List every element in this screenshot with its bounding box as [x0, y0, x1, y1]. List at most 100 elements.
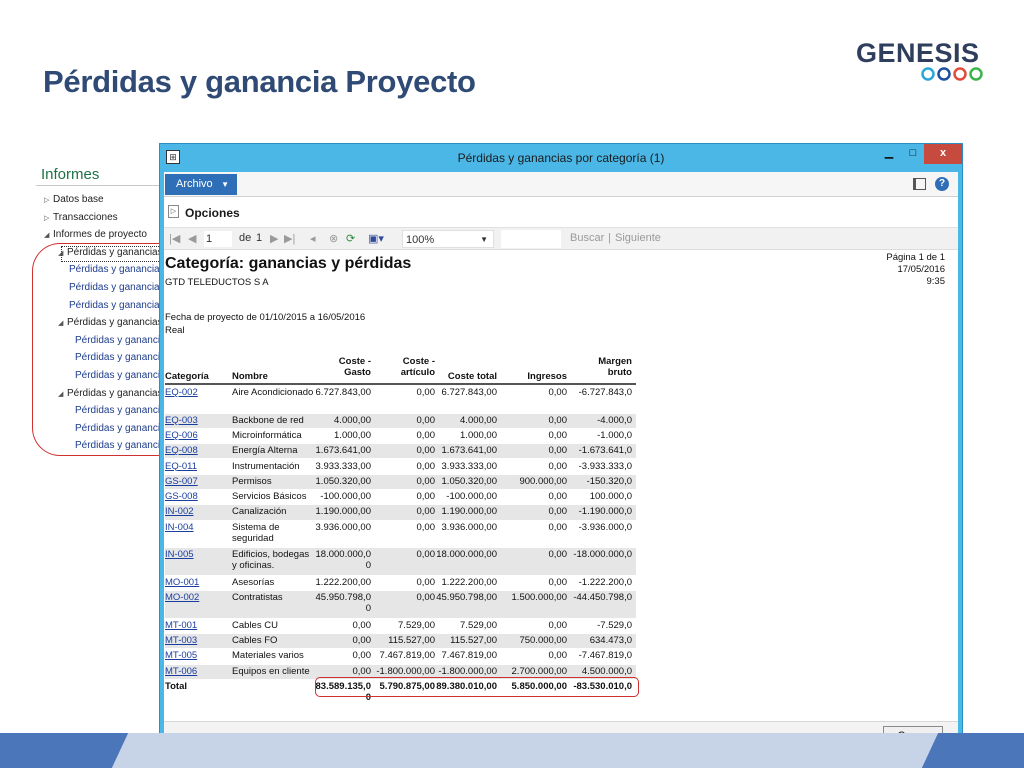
- table-row: EQ-006 Microinformática 1.000,00 0,00 1.000,…: [165, 429, 636, 443]
- window-title: Pérdidas y ganancias por categoría (1): [457, 151, 665, 165]
- table-row: MO-002 Contratistas 45.950.798,0 0 0,00 45.9…: [165, 591, 636, 618]
- search-input[interactable]: [501, 230, 561, 248]
- cell-coste-articulo: 0,00: [416, 445, 436, 457]
- refresh-icon[interactable]: ⟳: [346, 232, 355, 245]
- cell-coste-articulo: 0,00: [416, 429, 436, 441]
- logo-rings-icon: [921, 67, 983, 81]
- report-page: Categoría: ganancias y pérdidas GTD TELE…: [164, 251, 958, 721]
- help-icon[interactable]: ?: [935, 177, 949, 191]
- tree-item[interactable]: ▷ Datos base: [44, 194, 104, 205]
- header-coste-gasto: Coste - Gasto: [338, 356, 371, 378]
- cell-categoria[interactable]: EQ-006: [165, 430, 198, 441]
- archivo-label: Archivo: [176, 178, 213, 190]
- stop-icon[interactable]: ⊗: [329, 232, 338, 245]
- report-viewer-toolbar: |◀ ◀ 1 de 1 ▶ ▶| ◂ ⊗ ⟳ ▣▾ 100% ▼ Buscar …: [164, 228, 958, 250]
- opciones-section[interactable]: ▷ Opciones: [164, 198, 958, 228]
- page-number-input[interactable]: 1: [204, 231, 232, 247]
- maximize-button[interactable]: □: [902, 144, 924, 164]
- cell-coste-gasto: 1.673.641,00: [315, 445, 371, 457]
- cell-coste-total: 1.190.000,00: [441, 506, 497, 518]
- cell-categoria[interactable]: IN-002: [165, 506, 194, 517]
- collapsed-triangle-icon[interactable]: ▷: [44, 196, 53, 204]
- slide-title: Pérdidas y ganancia Proyecto: [43, 64, 476, 99]
- cell-margen-bruto: -1.222.200,0: [578, 576, 632, 588]
- search-button[interactable]: Buscar: [570, 232, 604, 244]
- cell-ingresos: 0,00: [548, 429, 568, 441]
- cell-categoria[interactable]: MT-005: [165, 650, 197, 661]
- close-button[interactable]: x: [924, 144, 962, 164]
- table-row: IN-004 Sistema de seguridad 3.936.000,00 0,…: [165, 521, 636, 548]
- cell-categoria[interactable]: MO-001: [165, 577, 199, 588]
- cell-coste-total: 1.222.200,00: [441, 576, 497, 588]
- report-title: Categoría: ganancias y pérdidas: [165, 255, 412, 272]
- collapsed-triangle-icon[interactable]: ▷: [44, 214, 53, 222]
- report-type: Real: [165, 325, 185, 336]
- last-page-icon[interactable]: ▶|: [284, 232, 295, 245]
- cell-coste-articulo: 0,00: [416, 414, 436, 426]
- cell-ingresos: 0,00: [548, 445, 568, 457]
- expanded-triangle-icon[interactable]: ◢: [44, 231, 53, 239]
- cell-categoria[interactable]: IN-005: [165, 549, 194, 560]
- window-titlebar[interactable]: ⊞ Pérdidas y ganancias por categoría (1)…: [160, 144, 962, 172]
- expand-icon[interactable]: ▷: [168, 205, 179, 218]
- cell-categoria[interactable]: GS-008: [165, 491, 198, 502]
- cell-ingresos: 2.700.000,00: [511, 665, 567, 677]
- save-icon[interactable]: ▣▾: [368, 232, 384, 245]
- cell-coste-gasto: 1.050.320,00: [315, 475, 371, 487]
- table-row: EQ-002 Aire Acondicionado 6.727.843,00 0,00…: [165, 386, 636, 413]
- cell-coste-articulo: -1.800.000,00: [376, 665, 435, 677]
- cell-categoria[interactable]: EQ-003: [165, 415, 198, 426]
- cell-coste-total: 7.467.819,00: [441, 650, 497, 662]
- cell-categoria[interactable]: GS-007: [165, 476, 198, 487]
- cell-coste-articulo: 0,00: [416, 491, 436, 503]
- book-icon[interactable]: [913, 178, 926, 190]
- minimize-button[interactable]: ▁: [876, 144, 902, 164]
- header-categoria: Categoría: [165, 371, 209, 382]
- cell-coste-gasto: 3.933.333,00: [315, 460, 371, 472]
- archivo-menu-button[interactable]: Archivo ▼: [165, 174, 237, 195]
- tree-item[interactable]: ◢ Informes de proyecto: [44, 229, 147, 240]
- cell-categoria[interactable]: MO-002: [165, 592, 199, 603]
- cell-categoria[interactable]: MT-001: [165, 620, 197, 631]
- table-row: EQ-011 Instrumentación 3.933.333,00 0,00 3.9…: [165, 460, 636, 474]
- previous-page-icon[interactable]: ◀: [188, 232, 196, 245]
- cell-margen-bruto: -3.933.333,0: [578, 460, 632, 472]
- cell-categoria[interactable]: EQ-002: [165, 387, 198, 398]
- cell-coste-articulo: 7.529,00: [398, 619, 435, 631]
- cell-ingresos: 1.500.000,00: [511, 592, 567, 604]
- cell-nombre: Instrumentación: [232, 460, 300, 472]
- cell-coste-gasto: 0,00: [352, 635, 372, 647]
- cell-nombre: Asesorías: [232, 576, 275, 588]
- cell-categoria[interactable]: MT-003: [165, 635, 197, 646]
- cell-ingresos: 750.000,00: [519, 635, 567, 647]
- cell-ingresos: 0,00: [548, 650, 568, 662]
- next-match-button[interactable]: Siguiente: [615, 232, 661, 244]
- bottom-accent-right: [921, 733, 1024, 768]
- cell-margen-bruto: -150.320,0: [586, 475, 632, 487]
- cell-categoria[interactable]: EQ-008: [165, 445, 198, 456]
- cell-coste-articulo: 0,00: [416, 521, 436, 533]
- cell-coste-total: 1.000,00: [460, 429, 497, 441]
- cell-categoria[interactable]: MT-006: [165, 666, 197, 677]
- logo-ring-4: [969, 67, 983, 81]
- cell-nombre: Sistema de seguridad: [232, 521, 280, 544]
- cell-coste-articulo: 0,00: [416, 506, 436, 518]
- cell-margen-bruto: -1.190.000,0: [578, 506, 632, 518]
- tree-item[interactable]: ▷ Transacciones: [44, 212, 118, 223]
- first-page-icon[interactable]: |◀: [169, 232, 180, 245]
- tree-item-label: Datos base: [53, 194, 104, 205]
- cell-ingresos: 0,00: [548, 619, 568, 631]
- next-page-icon[interactable]: ▶: [270, 232, 278, 245]
- cell-nombre: Cables FO: [232, 635, 278, 647]
- cell-margen-bruto: 634.473,0: [589, 635, 632, 647]
- report-page-number: Página 1 de 1: [886, 252, 945, 263]
- cell-nombre: Edificios, bodegas y oficinas.: [232, 549, 310, 572]
- cell-margen-bruto: -18.000.000,0: [573, 549, 632, 561]
- cell-categoria[interactable]: IN-004: [165, 522, 194, 533]
- table-row: MO-001 Asesorías 1.222.200,00 0,00 1.222.200…: [165, 576, 636, 590]
- table-row: MT-003 Cables FO 0,00 115.527,00 115.527,00 7…: [165, 634, 636, 649]
- back-icon[interactable]: ◂: [310, 232, 316, 245]
- cell-categoria[interactable]: EQ-011: [165, 461, 197, 472]
- zoom-select[interactable]: 100% ▼: [402, 230, 494, 248]
- cell-coste-articulo: 0,00: [416, 576, 436, 588]
